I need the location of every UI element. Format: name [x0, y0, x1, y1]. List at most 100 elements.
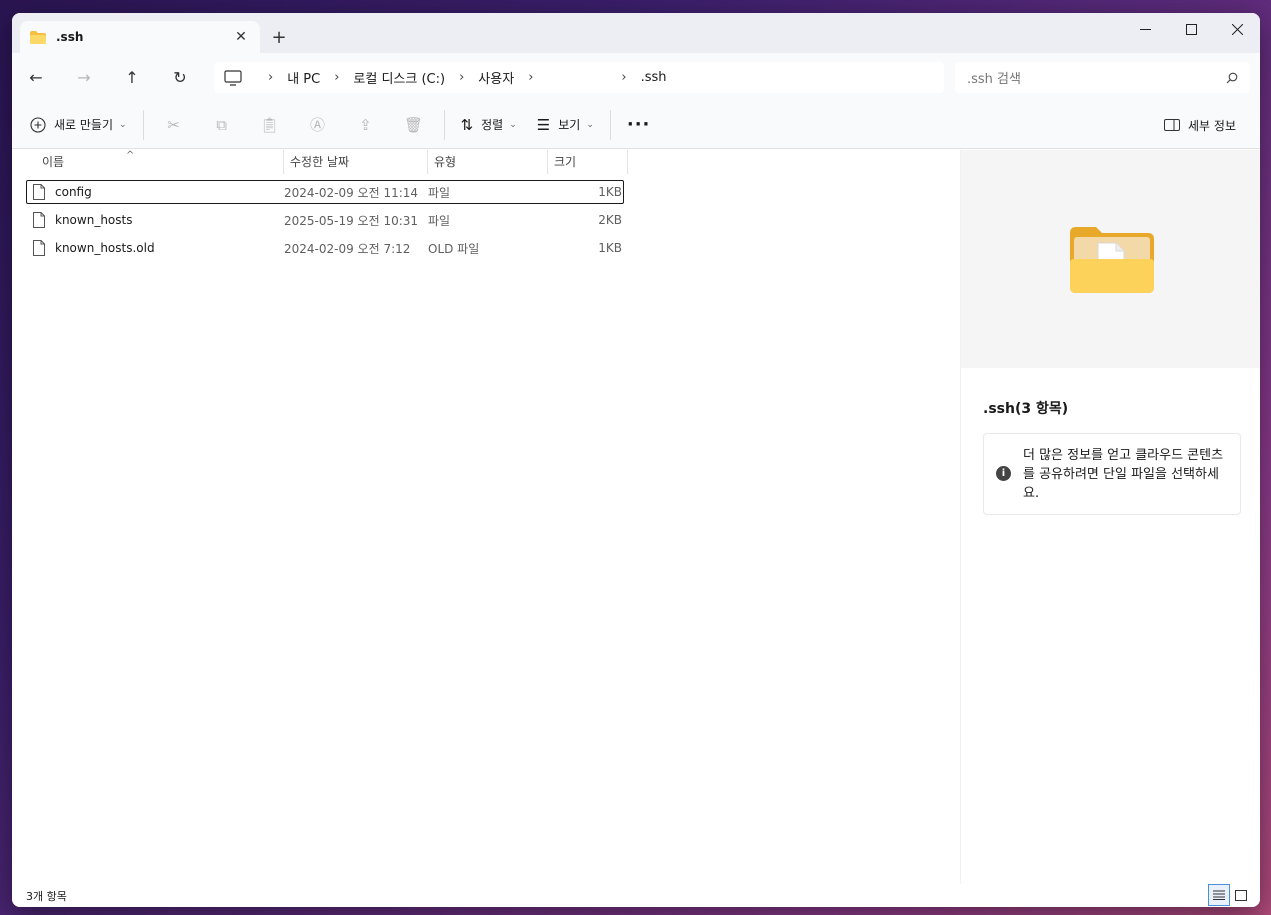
status-bar: 3개 항목 [12, 884, 1260, 907]
file-row-known-hosts-old[interactable]: known_hosts.old 2024-02-09 오전 7:12 OLD 파… [26, 236, 624, 260]
sort-label: 정렬 [481, 118, 504, 132]
file-icon [33, 240, 45, 256]
arrow-up-icon: ↑ [125, 67, 139, 87]
refresh-icon: ↻ [173, 67, 187, 87]
sort-button[interactable]: ⇅ 정렬 ⌄ [451, 109, 527, 141]
file-rows: config 2024-02-09 오전 11:14 파일 1KB known_… [26, 180, 624, 264]
details-view-button[interactable] [1208, 884, 1230, 906]
breadcrumb: › 내 PC › 로컬 디스크 (C:) › 사용자 › › .ssh [254, 68, 667, 87]
command-bar: 새로 만들기 ⌄ ✂ ⧉ 📋︎ Ⓐ ⇪ 🗑︎ ⇅ 정렬 ⌄ ☰ 보기 ⌄ ···… [12, 101, 1260, 149]
chevron-right-icon[interactable]: › [459, 70, 464, 85]
divider [443, 109, 445, 140]
file-explorer-window: .ssh ✕ + ← → ↑ ↻ › 내 PC › 로컬 디스크 (C:) › … [12, 13, 1260, 907]
file-date: 2024-02-09 오전 7:12 [284, 241, 411, 256]
chevron-right-icon[interactable]: › [268, 70, 273, 85]
file-icon [33, 212, 45, 228]
tiles-view-button[interactable] [1230, 884, 1252, 906]
file-icon [33, 184, 45, 200]
folder-icon [1070, 227, 1154, 293]
file-row-known-hosts[interactable]: known_hosts 2025-05-19 오전 10:31 파일 2KB [26, 208, 624, 232]
rename-button[interactable]: Ⓐ [294, 109, 342, 141]
minimize-button[interactable] [1122, 13, 1168, 45]
file-type: OLD 파일 [428, 241, 480, 256]
file-date: 2024-02-09 오전 11:14 [284, 185, 419, 200]
minimize-icon [1139, 28, 1151, 30]
arrow-right-icon: → [77, 67, 91, 87]
search-box[interactable]: .ssh 검색 [955, 62, 1250, 93]
item-count: 3개 항목 [26, 889, 67, 903]
list-view-icon [1213, 890, 1225, 900]
copy-button[interactable]: ⧉ [198, 109, 246, 141]
chevron-right-icon[interactable]: › [334, 70, 339, 85]
info-message: 더 많은 정보를 얻고 클라우드 콘텐츠를 공유하려면 단일 파일을 선택하세요… [1023, 448, 1224, 501]
computer-icon [224, 69, 242, 86]
divider [142, 109, 144, 140]
address-bar[interactable]: › 내 PC › 로컬 디스크 (C:) › 사용자 › › .ssh [214, 62, 944, 93]
tab-title: .ssh [56, 30, 84, 44]
column-type[interactable]: 유형 [428, 150, 548, 174]
maximize-button[interactable] [1168, 13, 1214, 45]
chevron-down-icon: ⌄ [509, 119, 517, 130]
rename-icon: Ⓐ [310, 116, 326, 134]
refresh-button[interactable]: ↻ [156, 59, 204, 95]
share-icon: ⇪ [359, 115, 372, 134]
file-size: 1KB [598, 185, 622, 199]
details-pane-icon [1164, 119, 1181, 131]
folder-icon [30, 30, 46, 44]
back-button[interactable]: ← [12, 59, 60, 95]
scissors-icon: ✂ [167, 115, 180, 134]
chevron-right-icon[interactable]: › [528, 70, 533, 85]
cut-button[interactable]: ✂ [150, 109, 198, 141]
column-date[interactable]: 수정한 날짜 [284, 150, 428, 174]
column-name[interactable]: 이름 ^ [12, 150, 284, 174]
maximize-icon [1185, 23, 1197, 35]
column-size-label: 크기 [554, 155, 577, 169]
chevron-right-icon[interactable]: › [621, 70, 626, 85]
file-name: known_hosts [55, 213, 133, 227]
new-tab-button[interactable]: + [260, 21, 298, 53]
breadcrumb-ssh[interactable]: .ssh [641, 70, 667, 85]
plus-circle-icon [30, 116, 46, 133]
file-name: known_hosts.old [55, 241, 155, 255]
breadcrumb-users[interactable]: 사용자 [478, 68, 514, 87]
forward-button[interactable]: → [60, 59, 108, 95]
details-pane-button[interactable]: 세부 정보 [1154, 109, 1246, 141]
paste-button[interactable]: 📋︎ [246, 109, 294, 141]
file-row-config[interactable]: config 2024-02-09 오전 11:14 파일 1KB [26, 180, 624, 204]
close-icon[interactable]: ✕ [232, 29, 250, 45]
column-date-label: 수정한 날짜 [290, 155, 350, 169]
tab-ssh[interactable]: .ssh ✕ [20, 21, 260, 53]
delete-button[interactable]: 🗑︎ [390, 109, 438, 141]
breadcrumb-local-disk[interactable]: 로컬 디스크 (C:) [353, 68, 445, 87]
share-button[interactable]: ⇪ [342, 109, 390, 141]
search-input[interactable]: .ssh 검색 [967, 68, 1226, 87]
window-controls [1122, 13, 1260, 45]
view-list-icon: ☰ [536, 115, 551, 134]
sort-ascending-icon: ^ [126, 150, 135, 161]
file-size: 1KB [598, 241, 622, 255]
column-type-label: 유형 [434, 155, 457, 169]
file-list-view: 이름 ^ 수정한 날짜 유형 크기 config 2024-02-09 오전 1… [12, 150, 960, 884]
view-label: 보기 [558, 118, 581, 132]
column-header-row: 이름 ^ 수정한 날짜 유형 크기 [12, 150, 628, 174]
divider [609, 109, 611, 140]
chevron-down-icon: ⌄ [586, 119, 594, 130]
copy-icon: ⧉ [216, 115, 227, 134]
breadcrumb-my-pc[interactable]: 내 PC [287, 68, 320, 87]
file-date: 2025-05-19 오전 10:31 [284, 213, 419, 228]
column-size[interactable]: 크기 [548, 150, 628, 174]
file-size: 2KB [598, 213, 622, 227]
up-button[interactable]: ↑ [108, 59, 156, 95]
view-button[interactable]: ☰ 보기 ⌄ [527, 109, 604, 141]
file-type: 파일 [428, 213, 451, 228]
large-icons-view-icon [1235, 889, 1247, 901]
clipboard-icon: 📋︎ [260, 115, 280, 134]
file-name: config [55, 185, 92, 199]
search-icon [1226, 72, 1238, 83]
new-button[interactable]: 새로 만들기 ⌄ [20, 109, 137, 141]
title-bar: .ssh ✕ + [12, 13, 1260, 53]
sort-icon: ⇅ [460, 115, 474, 134]
close-window-button[interactable] [1214, 13, 1260, 45]
more-options-button[interactable]: ··· [617, 109, 657, 141]
new-label: 새로 만들기 [54, 118, 114, 132]
